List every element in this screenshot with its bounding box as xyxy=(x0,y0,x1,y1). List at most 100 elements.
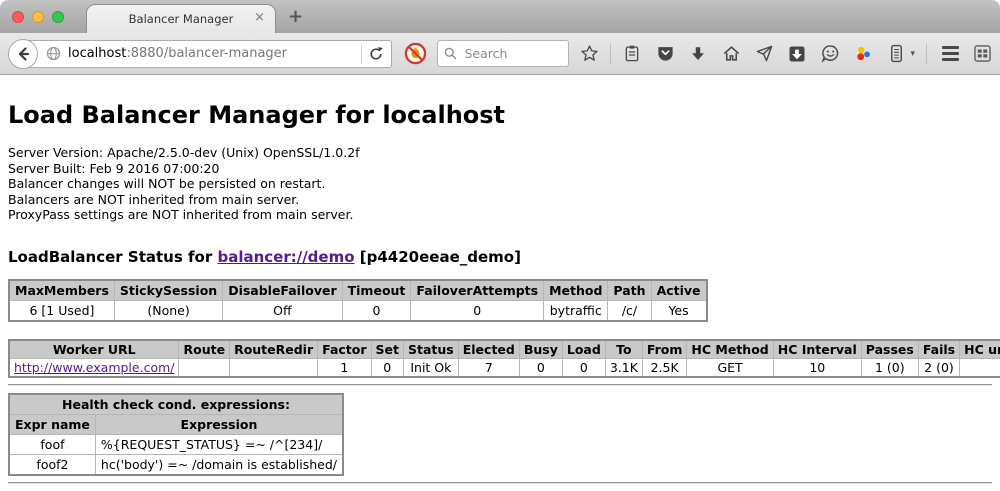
col-fails: Fails xyxy=(918,340,959,359)
cell-expr-name: foof xyxy=(9,434,95,454)
url-domain: localhost xyxy=(68,46,126,61)
window-zoom-button[interactable] xyxy=(52,11,64,23)
col-hc-uri: HC uri xyxy=(960,340,1000,359)
balancer-demo-link[interactable]: balancer://demo xyxy=(217,248,354,266)
proxypass-notice-line: ProxyPass settings are NOT inherited fro… xyxy=(8,207,992,223)
loadbalancer-status-heading: LoadBalancer Status for balancer://demo … xyxy=(8,248,992,266)
cell-method: bytraffic xyxy=(544,300,608,321)
worker-url-link[interactable]: http://www.example.com/ xyxy=(14,360,174,375)
server-version-line: Server Version: Apache/2.5.0-dev (Unix) … xyxy=(8,145,992,161)
feedback-smiley-icon[interactable] xyxy=(820,44,840,64)
new-tab-button[interactable]: + xyxy=(288,6,303,27)
tab-close-icon[interactable]: × xyxy=(254,11,265,25)
tab-balancer-manager[interactable]: Balancer Manager × xyxy=(86,4,276,33)
col-busy: Busy xyxy=(519,340,562,359)
cell-disablefailover: Off xyxy=(223,300,342,321)
send-tab-icon[interactable] xyxy=(754,44,774,64)
cell-worker-url: http://www.example.com/ xyxy=(9,358,179,377)
col-path: Path xyxy=(608,280,651,301)
urlbar-divider xyxy=(361,45,362,63)
col-expr-name: Expr name xyxy=(9,414,95,434)
window-minimize-button[interactable] xyxy=(32,11,44,23)
server-info: Server Version: Apache/2.5.0-dev (Unix) … xyxy=(8,145,992,223)
balancer-settings-table: MaxMembers StickySession DisableFailover… xyxy=(8,279,708,322)
persist-notice-line: Balancer changes will NOT be persisted o… xyxy=(8,176,992,192)
page-title: Load Balancer Manager for localhost xyxy=(8,101,992,129)
cell-passes: 1 (0) xyxy=(861,358,918,377)
cell-fails: 2 (0) xyxy=(918,358,959,377)
colored-dots-icon[interactable] xyxy=(853,44,873,64)
cell-routeredir xyxy=(230,358,318,377)
health-row: foof %{REQUEST_STATUS} =~ /^[234]/ xyxy=(9,434,343,454)
health-table-title: Health check cond. expressions: xyxy=(9,394,343,415)
pocket-icon[interactable] xyxy=(655,44,675,64)
cell-expression: hc('body') =~ /domain is established/ xyxy=(95,454,343,475)
col-status: Status xyxy=(404,340,459,359)
notes-icon[interactable] xyxy=(886,44,906,64)
col-hc-interval: HC Interval xyxy=(773,340,861,359)
toolbar-icons: ▾ xyxy=(579,44,992,64)
col-factor: Factor xyxy=(318,340,371,359)
col-timeout: Timeout xyxy=(342,280,411,301)
cell-load: 0 xyxy=(562,358,605,377)
cell-expr-name: foof2 xyxy=(9,454,95,475)
globe-icon xyxy=(46,46,61,61)
worker-row: http://www.example.com/ 1 0 Init Ok 7 0 … xyxy=(9,358,1000,377)
col-disablefailover: DisableFailover xyxy=(223,280,342,301)
table-header-row: Worker URL Route RouteRedir Factor Set S… xyxy=(9,340,1000,359)
overflow-caret-icon[interactable]: ▾ xyxy=(910,49,915,59)
downloads-icon[interactable] xyxy=(688,44,708,64)
cell-busy: 0 xyxy=(519,358,562,377)
reload-icon xyxy=(368,46,384,62)
url-path: :8880/balancer-manager xyxy=(126,46,287,61)
url-text[interactable]: localhost:8880/balancer-manager xyxy=(68,46,355,61)
health-row: foof2 hc('body') =~ /domain is establish… xyxy=(9,454,343,475)
divider-rule xyxy=(8,384,992,386)
col-stickysession: StickySession xyxy=(114,280,222,301)
search-icon xyxy=(444,47,457,60)
bottom-rule xyxy=(8,482,992,484)
download-box-icon[interactable] xyxy=(787,44,807,64)
toolbar-divider xyxy=(610,44,611,64)
balancers-notice-line: Balancers are NOT inherited from main se… xyxy=(8,192,992,208)
navigation-toolbar: localhost:8880/balancer-manager xyxy=(0,33,1000,75)
toolbar-divider xyxy=(926,44,927,64)
tab-groups-icon[interactable] xyxy=(972,44,992,64)
cell-hc-interval: 10 xyxy=(773,358,861,377)
col-maxmembers: MaxMembers xyxy=(9,280,114,301)
back-button[interactable] xyxy=(8,39,38,69)
cell-stickysession: (None) xyxy=(114,300,222,321)
home-icon[interactable] xyxy=(721,44,741,64)
cell-factor: 1 xyxy=(318,358,371,377)
cell-status: Init Ok xyxy=(404,358,459,377)
cell-expression: %{REQUEST_STATUS} =~ /^[234]/ xyxy=(95,434,343,454)
clipboard-icon[interactable] xyxy=(622,44,642,64)
menu-icon[interactable] xyxy=(942,46,959,61)
bookmark-star-icon[interactable] xyxy=(579,44,599,64)
flashblock-icon[interactable] xyxy=(404,42,427,65)
col-routeredir: RouteRedir xyxy=(230,340,318,359)
reload-button[interactable] xyxy=(368,46,391,62)
tab-bar: Balancer Manager × + xyxy=(0,0,1000,33)
cell-failoverattempts: 0 xyxy=(411,300,544,321)
table-row: 6 [1 Used] (None) Off 0 0 bytraffic /c/ … xyxy=(9,300,707,321)
cell-hc-method: GET xyxy=(687,358,773,377)
server-built-line: Server Built: Feb 9 2016 07:00:20 xyxy=(8,161,992,177)
tab-title: Balancer Manager xyxy=(129,12,234,26)
col-passes: Passes xyxy=(861,340,918,359)
worker-table: Worker URL Route RouteRedir Factor Set S… xyxy=(8,339,1000,378)
cell-timeout: 0 xyxy=(342,300,411,321)
url-bar[interactable]: localhost:8880/balancer-manager xyxy=(23,40,392,68)
cell-route xyxy=(179,358,230,377)
col-expression: Expression xyxy=(95,414,343,434)
cell-elected: 7 xyxy=(458,358,519,377)
status-heading-prefix: LoadBalancer Status for xyxy=(8,248,217,266)
col-hc-method: HC Method xyxy=(687,340,773,359)
cell-path: /c/ xyxy=(608,300,651,321)
browser-window: Balancer Manager × + localhost:8880/bala… xyxy=(0,0,1000,491)
window-close-button[interactable] xyxy=(12,11,24,23)
cell-maxmembers: 6 [1 Used] xyxy=(9,300,114,321)
status-heading-suffix: [p4420eeae_demo] xyxy=(355,248,521,266)
col-worker-url: Worker URL xyxy=(9,340,179,359)
page-content: Load Balancer Manager for localhost Serv… xyxy=(0,75,1000,491)
